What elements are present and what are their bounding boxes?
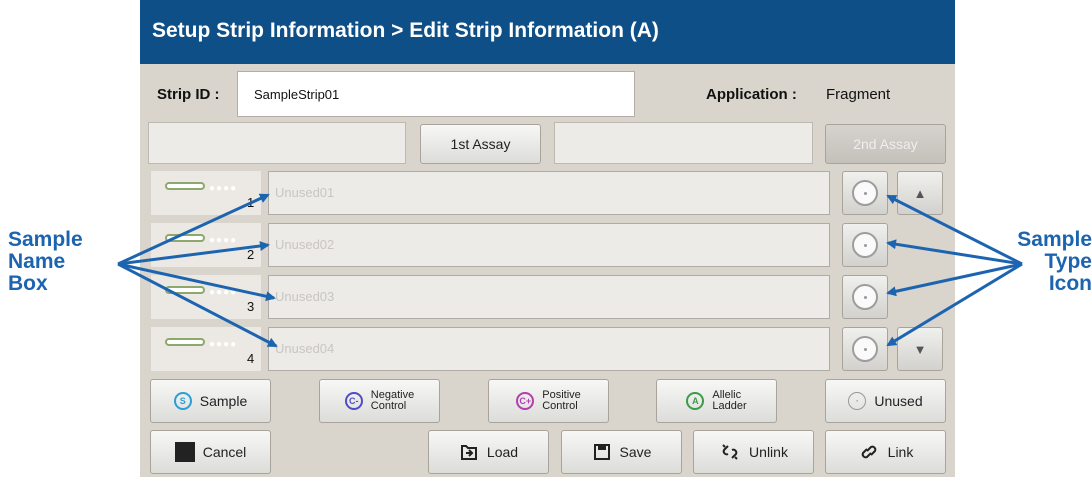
right-arrows [886, 194, 1023, 347]
arrow-line [886, 262, 1023, 347]
arrow-line [117, 262, 278, 348]
arrow-line [117, 262, 276, 302]
annotation-arrows [117, 193, 1023, 348]
arrow-line [886, 262, 1023, 297]
left-arrows [117, 193, 278, 348]
